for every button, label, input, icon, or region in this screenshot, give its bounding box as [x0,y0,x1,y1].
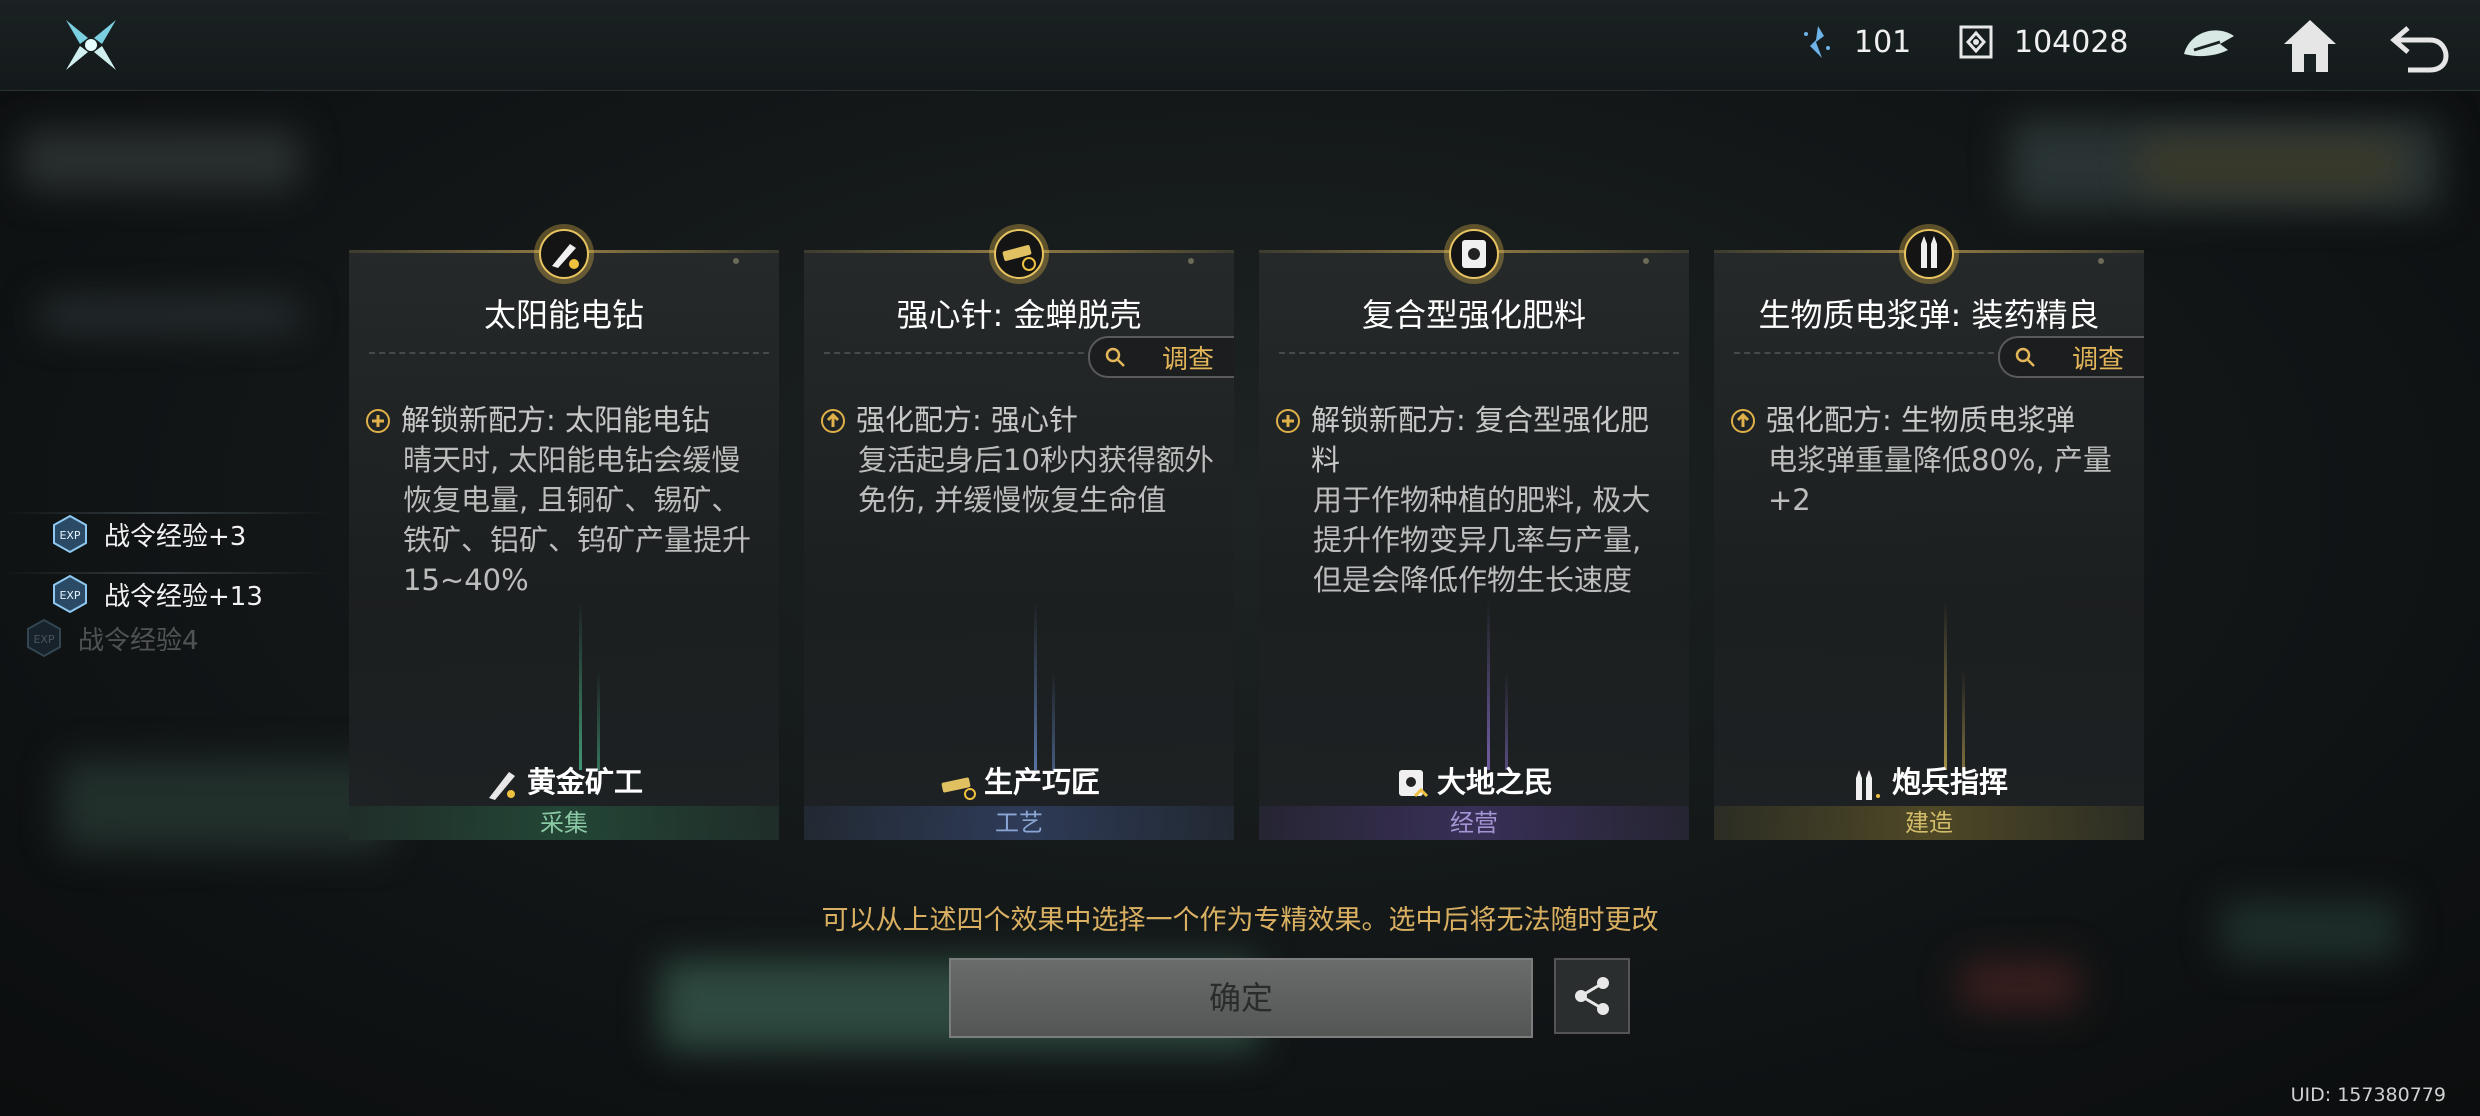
specialization-card-2[interactable]: 强心针: 金蝉脱壳 调查 强化配方: 强心针 复活起身后10秒内获得额外免伤, … [804,224,1234,840]
light-beam [1052,670,1055,770]
energy-value: 101 [1854,24,1912,60]
exp-badge-icon: EXP [53,574,87,614]
card-category: 工艺 [804,806,1234,840]
adrenaline-icon [989,224,1049,284]
search-icon [2015,347,2035,367]
card-dot [733,258,739,264]
coin-value: 104028 [2014,24,2129,60]
exp-badge-icon: EXP [53,514,87,554]
gold-miner-icon [488,772,515,800]
card-role: 炮兵指挥 [1714,759,2144,802]
effect-body: 复活起身后10秒内获得额外免伤, 并缓慢恢复生命值 [858,443,1214,517]
card-role: 生产巧匠 [804,759,1234,802]
share-button[interactable] [1554,958,1630,1034]
plasma-shell-icon [1899,224,1959,284]
light-beam [1034,600,1037,770]
card-divider [1734,352,2004,354]
investigate-button[interactable]: 调查 [1998,336,2144,378]
light-beam [597,670,600,770]
card-dot [2098,258,2104,264]
card-dot [1643,258,1649,264]
card-title: 强心针: 金蝉脱壳 [896,296,1142,334]
effect-body: 用于作物种植的肥料, 极大提升作物变异几率与产量, 但是会降低作物生长速度 [1313,483,1651,597]
fertilizer-icon [1444,224,1504,284]
energy-crystal-icon [1804,26,1830,58]
card-divider [1279,352,1679,354]
light-beam [1487,600,1490,770]
search-icon [1105,347,1125,367]
card-title: 太阳能电钻 [483,296,644,334]
card-effect: 强化配方: 强心针 复活起身后10秒内获得额外免伤, 并缓慢恢复生命值 [820,400,1220,520]
back-icon[interactable] [2388,14,2452,78]
card-role: 大地之民 [1259,759,1689,802]
user-id: UID: 157380779 [2290,1084,2446,1106]
home-icon[interactable] [2278,14,2342,78]
light-beam [1962,670,1965,770]
earth-people-icon [1398,770,1429,798]
selection-hint: 可以从上述四个效果中选择一个作为专精效果。选中后将无法随时更改 [821,905,1659,936]
role-label: 生产巧匠 [983,765,1100,799]
coin-icon [1959,25,1993,59]
svg-text:EXP: EXP [33,633,54,646]
investigate-label: 调查 [1162,344,1215,375]
effect-body: 晴天时, 太阳能电钻会缓慢恢复电量, 且铜矿、锡矿、铁矿、铝矿、钨矿产量提升15… [403,443,752,597]
exp-reward-label: 战令经验4 [78,625,199,656]
card-title: 生物质电浆弹: 装药精良 [1758,296,2100,334]
card-divider [824,352,1094,354]
card-effect: 解锁新配方: 复合型强化肥料 用于作物种植的肥料, 极大提升作物变异几率与产量,… [1275,400,1675,600]
role-label: 黄金矿工 [526,765,643,799]
card-divider [369,352,769,354]
upgrade-arrow-icon [821,409,845,433]
game-logo-icon [66,20,116,70]
confirm-button[interactable]: 确定 [949,958,1533,1038]
card-category: 建造 [1714,806,2144,840]
role-label: 大地之民 [1436,765,1553,799]
effect-header: 解锁新配方: 复合型强化肥料 [1311,403,1649,477]
effect-header: 强化配方: 生物质电浆弹 [1766,403,2075,437]
svg-text:EXP: EXP [59,589,80,602]
card-title: 复合型强化肥料 [1361,296,1586,334]
card-effect: 强化配方: 生物质电浆弹 电浆弹重量降低80%, 产量+2 [1730,400,2130,520]
role-label: 炮兵指挥 [1891,765,2008,799]
effect-header: 解锁新配方: 太阳能电钻 [401,403,710,437]
artillery-icon [1855,770,1880,800]
craftsman-icon [941,777,976,800]
exp-badge-icon: EXP [27,618,61,658]
exp-reward-2: EXP 战令经验+13 [50,574,263,614]
card-category: 采集 [349,806,779,840]
card-effect: 解锁新配方: 太阳能电钻 晴天时, 太阳能电钻会缓慢恢复电量, 且铜矿、锡矿、铁… [365,400,765,600]
solar-drill-icon [534,224,594,284]
light-beam [579,600,582,770]
coin-counter: 104028 [1956,22,2129,62]
exp-reward-1: EXP 战令经验+3 [50,514,246,554]
exp-reward-label: 战令经验+13 [104,581,263,612]
effect-body: 电浆弹重量降低80%, 产量+2 [1768,443,2112,517]
exp-reward-label: 战令经验+3 [104,521,247,552]
svg-text:EXP: EXP [59,529,80,542]
card-dot [1188,258,1194,264]
light-beam [1505,670,1508,770]
card-category: 经营 [1259,806,1689,840]
share-icon [1575,977,1609,1015]
specialization-card-1[interactable]: 太阳能电钻 解锁新配方: 太阳能电钻 晴天时, 太阳能电钻会缓慢恢复电量, 且铜… [349,224,779,840]
investigate-button[interactable]: 调查 [1088,336,1234,378]
upgrade-arrow-icon [1731,409,1755,433]
exp-reward-3: EXP 战令经验4 [24,618,199,658]
plus-circle-icon [366,409,390,433]
specialization-card-3[interactable]: 复合型强化肥料 解锁新配方: 复合型强化肥料 用于作物种植的肥料, 极大提升作物… [1259,224,1689,840]
top-bar: 101 104028 [0,0,2480,91]
light-beam [1944,600,1947,770]
card-role: 黄金矿工 [349,759,779,802]
investigate-label: 调查 [2072,344,2125,375]
energy-counter: 101 [1796,22,1911,62]
plus-circle-icon [1276,409,1300,433]
specialization-card-4[interactable]: 生物质电浆弹: 装药精良 调查 强化配方: 生物质电浆弹 电浆弹重量降低80%,… [1714,224,2144,840]
effect-header: 强化配方: 强心针 [856,403,1078,437]
helmet-icon[interactable] [2176,14,2240,78]
